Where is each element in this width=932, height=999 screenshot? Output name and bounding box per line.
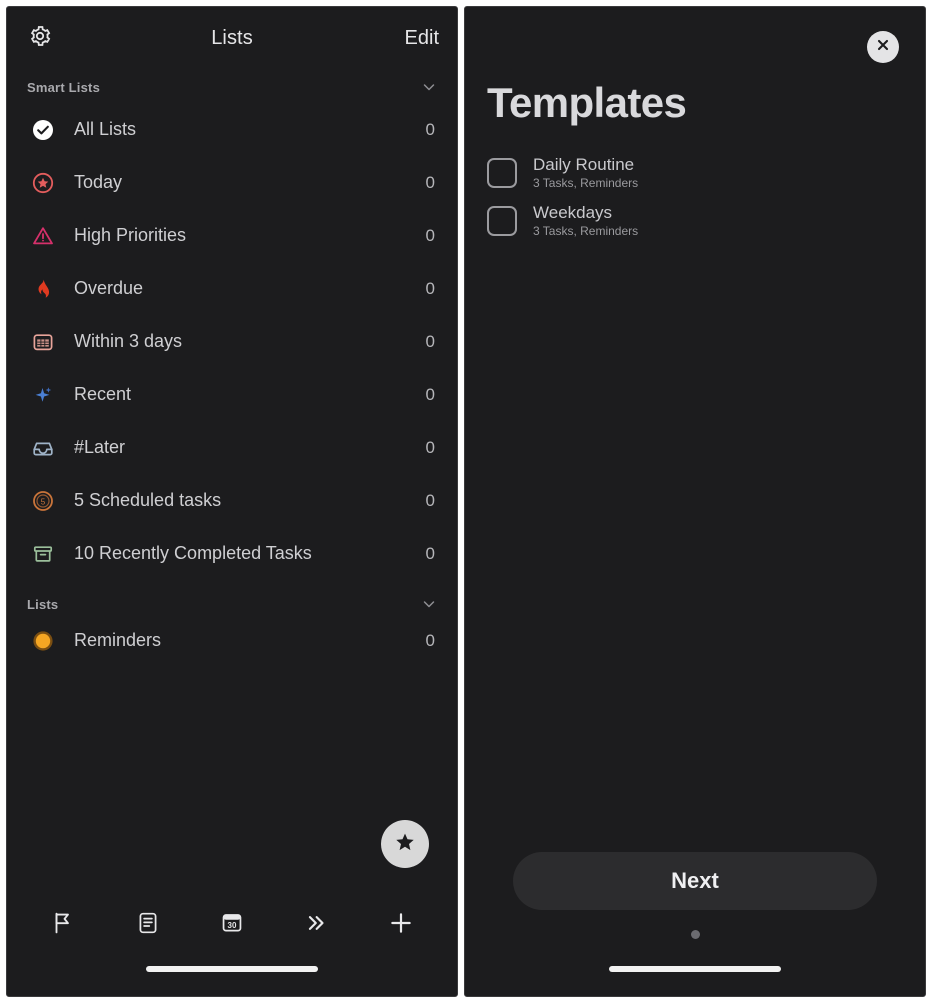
list-row-count: 0: [425, 225, 435, 245]
home-indicator-area: [465, 958, 925, 996]
check-circle-icon: [29, 116, 57, 144]
list-row-reminders[interactable]: Reminders 0: [7, 614, 457, 667]
list-row-count: 0: [425, 630, 435, 650]
template-name: Daily Routine: [533, 155, 635, 174]
inbox-icon: [29, 434, 57, 462]
tab-forward[interactable]: [294, 903, 338, 947]
list-row-recent[interactable]: Recent 0: [7, 368, 457, 421]
list-row-count: 0: [425, 119, 435, 139]
list-row-label: 10 Recently Completed Tasks: [74, 543, 312, 563]
lists-panel: Lists Edit Smart Lists All Lists 0 Today…: [6, 6, 458, 997]
list-note-icon: [135, 910, 161, 941]
tab-calendar[interactable]: 30: [210, 903, 254, 947]
template-checkbox[interactable]: [487, 158, 517, 188]
section-header-smart-lists[interactable]: Smart Lists: [7, 69, 457, 103]
flag-icon: [50, 910, 76, 941]
page-dot[interactable]: [690, 929, 700, 939]
next-button-container: Next: [465, 852, 925, 910]
list-row-count: 0: [425, 437, 435, 457]
list-row-label: #Later: [74, 437, 126, 457]
svg-text:5: 5: [41, 497, 46, 506]
list-row-label: Overdue: [74, 278, 144, 298]
list-row-label: 5 Scheduled tasks: [74, 490, 222, 510]
template-text: Daily Routine 3 Tasks, Reminders: [533, 155, 638, 191]
template-name: Weekdays: [533, 203, 613, 222]
tab-add[interactable]: [379, 903, 423, 947]
list-row-label: Within 3 days: [74, 331, 183, 351]
list-row-count: 0: [425, 172, 435, 192]
list-row-count: 0: [425, 331, 435, 351]
list-row-today[interactable]: Today 0: [7, 156, 457, 209]
templates-title: Templates: [487, 79, 687, 126]
list-row-label: All Lists: [74, 119, 137, 139]
list-row-label: Recent: [74, 384, 132, 404]
chevron-down-icon[interactable]: [421, 79, 437, 95]
star-icon: [393, 830, 417, 859]
templates-top-bar: [465, 7, 925, 85]
lists-header: Lists Edit: [7, 7, 457, 69]
chevron-down-icon[interactable]: [421, 596, 437, 612]
list-row-scheduled-tasks[interactable]: 5 5 Scheduled tasks 0: [7, 474, 457, 527]
svg-text:30: 30: [228, 920, 237, 929]
double-chevron-right-icon: [303, 910, 329, 941]
clock-five-icon: 5: [29, 487, 57, 515]
app-screen: Lists Edit Smart Lists All Lists 0 Today…: [0, 0, 932, 999]
list-row-all-lists[interactable]: All Lists 0: [7, 103, 457, 156]
templates-panel: Templates Daily Routine 3 Tasks, Reminde…: [464, 6, 926, 997]
edit-button[interactable]: Edit: [405, 27, 439, 50]
list-row-count: 0: [425, 490, 435, 510]
list-row-count: 0: [425, 543, 435, 563]
home-indicator[interactable]: [609, 966, 781, 972]
next-button[interactable]: Next: [513, 852, 877, 910]
sparkle-icon: [29, 381, 57, 409]
warning-triangle-icon: [29, 222, 57, 250]
section-header-lists[interactable]: Lists: [7, 580, 457, 614]
close-button[interactable]: [867, 31, 899, 63]
calendar-30-icon: 30: [219, 910, 245, 941]
tab-flag[interactable]: [41, 903, 85, 947]
archive-box-icon: [29, 540, 57, 568]
template-subtitle: 3 Tasks, Reminders: [533, 224, 639, 238]
list-row-label: Today: [74, 172, 123, 192]
list-row-later[interactable]: #Later 0: [7, 421, 457, 474]
right-spacer: [465, 245, 925, 852]
page-indicator: [465, 910, 925, 958]
section-label: Smart Lists: [27, 79, 101, 95]
close-icon: [874, 36, 892, 59]
calendar-icon: [29, 328, 57, 356]
template-item-weekdays[interactable]: Weekdays 3 Tasks, Reminders: [479, 197, 911, 245]
list-row-count: 0: [425, 278, 435, 298]
list-row-label: High Priorities: [74, 225, 187, 245]
templates-list: Daily Routine 3 Tasks, Reminders Weekday…: [465, 149, 925, 245]
list-row-label: Reminders: [74, 630, 162, 650]
section-label: Lists: [27, 596, 59, 612]
filled-circle-icon: [29, 627, 57, 655]
template-checkbox[interactable]: [487, 206, 517, 236]
template-item-daily-routine[interactable]: Daily Routine 3 Tasks, Reminders: [479, 149, 911, 197]
list-row-recently-completed[interactable]: 10 Recently Completed Tasks 0: [7, 527, 457, 580]
tab-notes[interactable]: [126, 903, 170, 947]
page-title: Lists: [211, 26, 253, 49]
list-row-within-3-days[interactable]: Within 3 days 0: [7, 315, 457, 368]
list-row-high-priorities[interactable]: High Priorities 0: [7, 209, 457, 262]
home-indicator[interactable]: [146, 966, 318, 972]
list-row-overdue[interactable]: Overdue 0: [7, 262, 457, 315]
plus-icon: [387, 909, 415, 942]
star-circle-icon: [29, 169, 57, 197]
list-row-count: 0: [425, 384, 435, 404]
favorites-fab-button[interactable]: [381, 820, 429, 868]
flame-icon: [29, 275, 57, 303]
home-indicator-area: [7, 958, 457, 996]
template-text: Weekdays 3 Tasks, Reminders: [533, 203, 638, 239]
bottom-tabbar: 30: [7, 892, 457, 958]
template-subtitle: 3 Tasks, Reminders: [533, 176, 639, 190]
